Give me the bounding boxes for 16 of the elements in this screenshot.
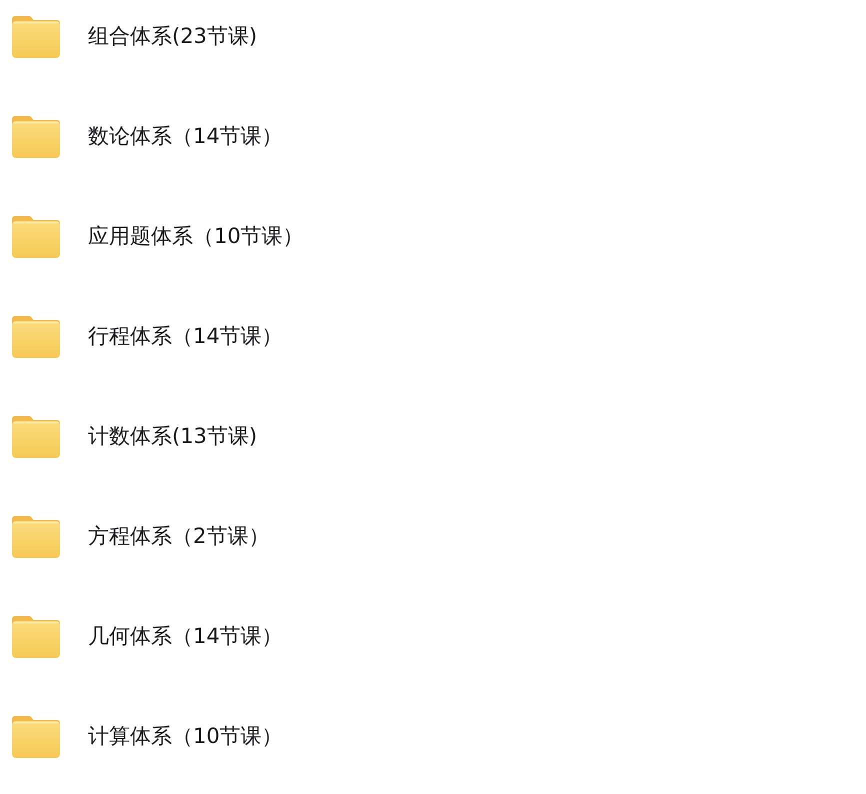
folder-name[interactable]: 数论体系（14节课） bbox=[88, 122, 283, 150]
folder-name[interactable]: 几何体系（14节课） bbox=[88, 622, 283, 650]
folder-icon bbox=[12, 14, 60, 58]
folder-icon bbox=[12, 514, 60, 558]
folder-name[interactable]: 应用题体系（10节课） bbox=[88, 222, 304, 250]
folder-icon bbox=[12, 314, 60, 358]
folder-icon bbox=[12, 214, 60, 258]
folder-name[interactable]: 行程体系（14节课） bbox=[88, 322, 283, 350]
folder-name[interactable]: 组合体系(23节课) bbox=[88, 22, 258, 50]
folder-name[interactable]: 方程体系（2节课） bbox=[88, 522, 270, 550]
folder-icon bbox=[12, 614, 60, 658]
folder-icon bbox=[12, 714, 60, 758]
folder-icon bbox=[12, 414, 60, 458]
folder-name[interactable]: 计数体系(13节课) bbox=[88, 422, 258, 450]
folder-icon bbox=[12, 114, 60, 158]
folder-name[interactable]: 计算体系（10节课） bbox=[88, 722, 283, 750]
